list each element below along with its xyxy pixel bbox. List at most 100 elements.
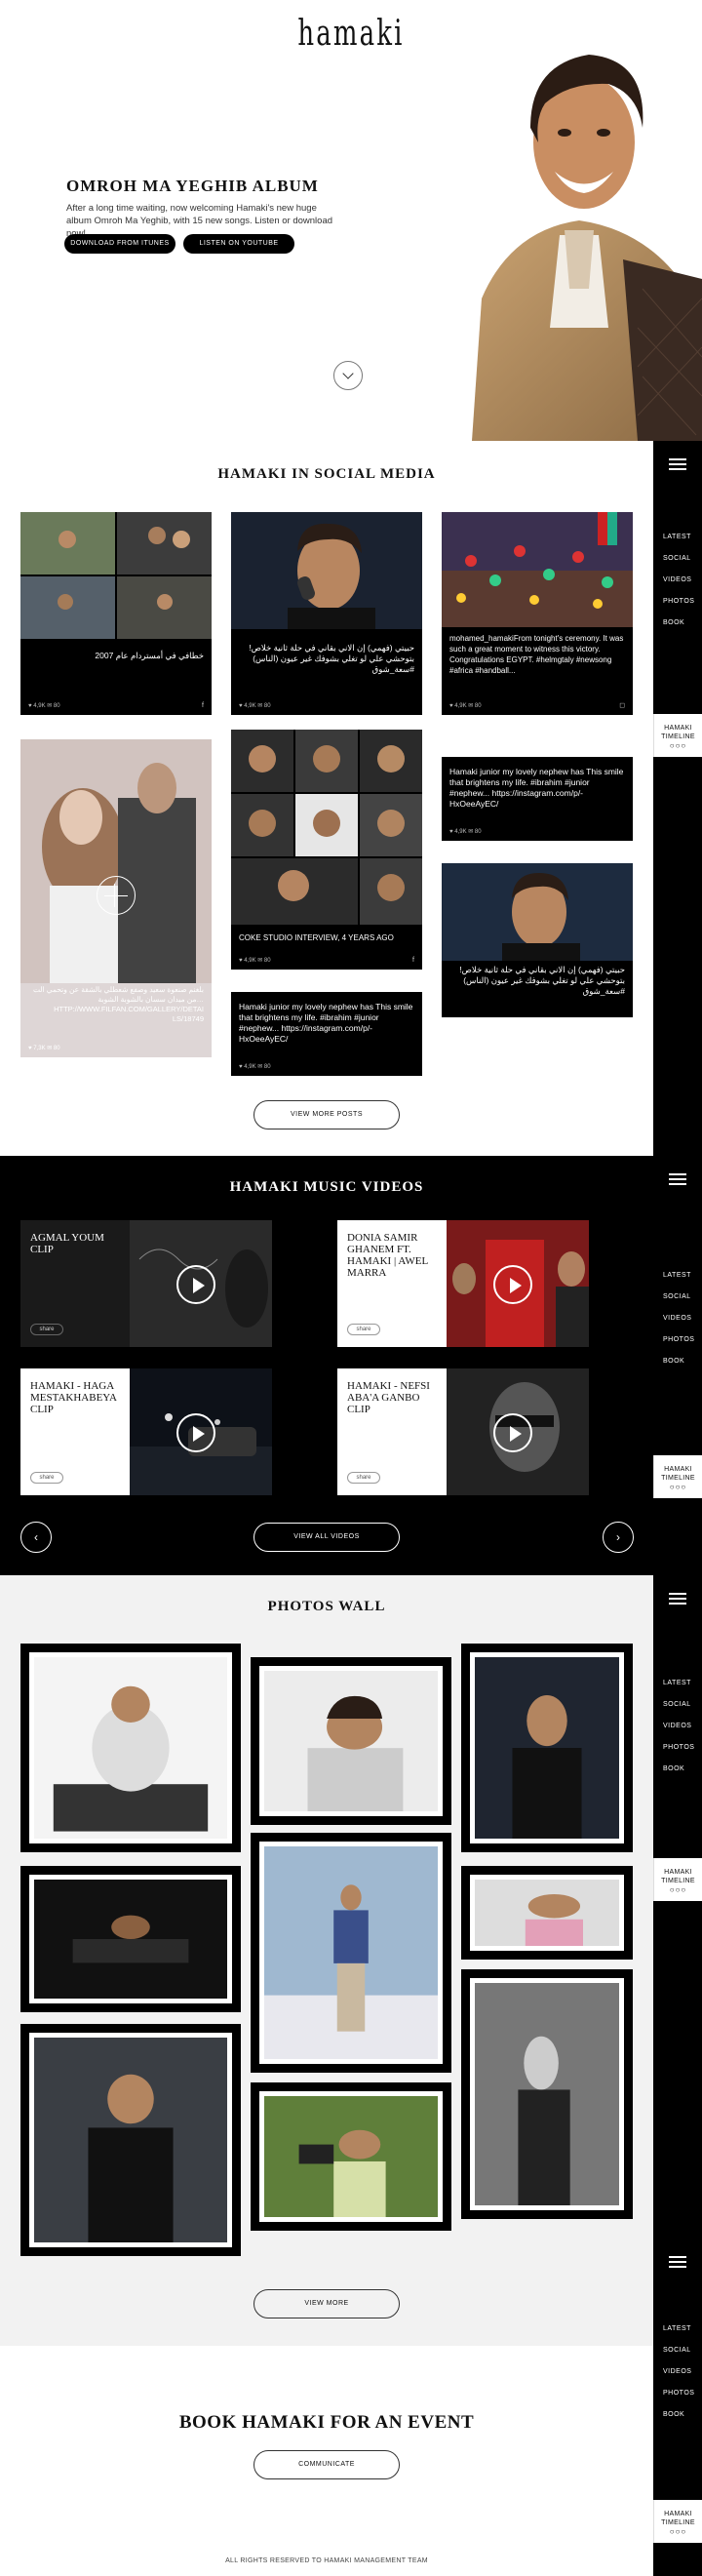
- timeline-dots-icon: ○○○: [669, 1483, 687, 1491]
- nav-social[interactable]: SOCIAL: [663, 1292, 694, 1314]
- instagram-icon: ◻: [619, 702, 625, 709]
- nav-latest[interactable]: LATEST: [663, 533, 694, 554]
- videos-section-title: HAMAKI MUSIC VIDEOS: [229, 1179, 424, 1195]
- post-stats: ♥ 4,9K ✉ 80: [449, 829, 482, 835]
- side-nav-list: LATEST SOCIAL VIDEOS PHOTOS BOOK: [663, 1271, 694, 1378]
- photo-frame[interactable]: [461, 1644, 633, 1852]
- video-card[interactable]: HAMAKI - NEFSI ABA'A GANBO CLIP share: [337, 1368, 589, 1495]
- nav-photos[interactable]: PHOTOS: [663, 1743, 694, 1764]
- social-post-card[interactable]: COKE STUDIO INTERVIEW, 4 YEARS AGO ♥ 4,9…: [231, 730, 422, 970]
- download-itunes-button[interactable]: DOWNLOAD FROM ITUNES: [64, 234, 176, 254]
- post-caption: خطافي في أمستردام عام 2007: [95, 651, 204, 660]
- timeline-button[interactable]: HAMAKI TIMELINE ○○○: [653, 2500, 702, 2543]
- nav-social[interactable]: SOCIAL: [663, 554, 694, 575]
- video-card[interactable]: DONIA SAMIR GHANEM FT. HAMAKI | AWEL MAR…: [337, 1220, 589, 1347]
- gallery-photo: [264, 1846, 438, 2059]
- nav-videos[interactable]: VIDEOS: [663, 1314, 694, 1335]
- social-post-card[interactable]: حبيتي (فهمي) إن الاني بقاني في حلة ثانية…: [442, 863, 633, 1017]
- nav-latest[interactable]: LATEST: [663, 1679, 694, 1700]
- video-share-button[interactable]: share: [30, 1324, 63, 1335]
- book-event-section: BOOK HAMAKI FOR AN EVENT COMMUNICATE ALL…: [0, 2346, 653, 2576]
- videos-next-arrow-icon[interactable]: ›: [603, 1522, 634, 1553]
- social-post-card-text[interactable]: Hamaki junior my lovely nephew has This …: [442, 757, 633, 841]
- gallery-photo: [475, 1983, 619, 2205]
- menu-hamburger-icon[interactable]: [669, 1593, 686, 1605]
- gallery-photo: [34, 1880, 227, 1999]
- nav-videos[interactable]: VIDEOS: [663, 575, 694, 597]
- video-title: AGMAL YOUM CLIP: [30, 1232, 104, 1255]
- nav-book[interactable]: BOOK: [663, 2410, 694, 2432]
- nav-videos[interactable]: VIDEOS: [663, 2367, 694, 2389]
- music-videos-section: HAMAKI MUSIC VIDEOS AGMAL YOUM CLIP shar…: [0, 1156, 653, 1575]
- timeline-dots-icon: ○○○: [669, 2527, 687, 2536]
- menu-hamburger-icon[interactable]: [669, 2256, 686, 2268]
- videos-prev-arrow-icon[interactable]: ‹: [20, 1522, 52, 1553]
- communicate-button[interactable]: COMMUNICATE: [254, 2450, 400, 2479]
- post-caption: Hamaki junior my lovely nephew has This …: [449, 767, 624, 809]
- timeline-label-2: TIMELINE: [661, 733, 695, 740]
- nav-social[interactable]: SOCIAL: [663, 2346, 694, 2367]
- post-caption: حبيتي (فهمي) إن الاني بقاني في حلة ثانية…: [459, 965, 625, 996]
- social-post-card-hover[interactable]: بلغنم صنعوة سعيد وصفع شعطلي بالشقة عن وت…: [20, 739, 212, 1057]
- nav-book[interactable]: BOOK: [663, 1764, 694, 1786]
- nav-book[interactable]: BOOK: [663, 618, 694, 640]
- side-nav-book: LATEST SOCIAL VIDEOS PHOTOS BOOK HAMAKI …: [653, 2239, 702, 2576]
- menu-hamburger-icon[interactable]: [669, 1173, 686, 1185]
- nav-latest[interactable]: LATEST: [663, 1271, 694, 1292]
- post-caption: COKE STUDIO INTERVIEW, 4 YEARS AGO: [239, 933, 394, 942]
- timeline-button[interactable]: HAMAKI TIMELINE ○○○: [653, 1858, 702, 1901]
- timeline-dots-icon: ○○○: [669, 1885, 687, 1894]
- photo-frame[interactable]: [251, 1833, 451, 2073]
- photo-frame[interactable]: [251, 2082, 451, 2231]
- social-post-card[interactable]: خطافي في أمستردام عام 2007 ♥ 4,9K ✉ 80 f: [20, 512, 212, 715]
- nav-videos[interactable]: VIDEOS: [663, 1722, 694, 1743]
- play-icon[interactable]: [176, 1413, 215, 1452]
- timeline-button[interactable]: HAMAKI TIMELINE ○○○: [653, 1455, 702, 1498]
- photo-frame[interactable]: [20, 2024, 241, 2256]
- facebook-icon: f: [202, 702, 204, 709]
- play-icon[interactable]: [176, 1265, 215, 1304]
- post-stats: ♥ 7,3K ✉ 80: [28, 1046, 60, 1051]
- photo-frame[interactable]: [461, 1969, 633, 2219]
- facebook-icon: f: [412, 957, 414, 964]
- nav-photos[interactable]: PHOTOS: [663, 2389, 694, 2410]
- nav-photos[interactable]: PHOTOS: [663, 1335, 694, 1357]
- timeline-label-2: TIMELINE: [661, 1878, 695, 1884]
- hero-album-title: OMROH MA YEGHIB ALBUM: [66, 177, 319, 195]
- gallery-photo: [34, 2038, 227, 2242]
- nav-photos[interactable]: PHOTOS: [663, 597, 694, 618]
- photo-frame[interactable]: [20, 1644, 241, 1852]
- view-more-photos-button[interactable]: VIEW MORE: [254, 2289, 400, 2318]
- video-share-button[interactable]: share: [347, 1472, 380, 1484]
- social-post-card-text[interactable]: Hamaki junior my lovely nephew has This …: [231, 992, 422, 1076]
- play-icon[interactable]: [493, 1413, 532, 1452]
- video-share-button[interactable]: share: [30, 1472, 63, 1484]
- photo-frame[interactable]: [461, 1866, 633, 1960]
- post-collage-image: [231, 730, 422, 925]
- nav-latest[interactable]: LATEST: [663, 2324, 694, 2346]
- video-card[interactable]: HAMAKI - HAGA MESTAKHABEYA CLIP share: [20, 1368, 272, 1495]
- hero-section: hamaki OMROH MA YEGHIB ALBUM After a lon…: [0, 0, 702, 441]
- photos-section-title: PHOTOS WALL: [267, 1599, 386, 1614]
- post-stats: ♥ 4,9K ✉ 80: [28, 703, 60, 709]
- video-card[interactable]: AGMAL YOUM CLIP share: [20, 1220, 272, 1347]
- nav-social[interactable]: SOCIAL: [663, 1700, 694, 1722]
- listen-youtube-button[interactable]: LISTEN ON YOUTUBE: [183, 234, 294, 254]
- photo-frame[interactable]: [20, 1866, 241, 2012]
- timeline-label-2: TIMELINE: [661, 1475, 695, 1482]
- plus-horizontal: [104, 895, 128, 896]
- social-post-card[interactable]: حبيتي (فهمي) إن الاني بقاني في حلة ثانية…: [231, 512, 422, 715]
- view-all-videos-button[interactable]: VIEW ALL VIDEOS: [254, 1523, 400, 1552]
- gallery-photo: [475, 1880, 619, 1946]
- post-stats: ♥ 4,9K ✉ 80: [239, 703, 271, 709]
- social-post-card[interactable]: mohamed_hamakiFrom tonight's ceremony. I…: [442, 512, 633, 715]
- play-icon[interactable]: [493, 1265, 532, 1304]
- menu-hamburger-icon[interactable]: [669, 458, 686, 470]
- side-nav-photos: LATEST SOCIAL VIDEOS PHOTOS BOOK HAMAKI …: [653, 1575, 702, 2239]
- timeline-button[interactable]: HAMAKI TIMELINE ○○○: [653, 714, 702, 757]
- photo-frame[interactable]: [251, 1657, 451, 1825]
- view-more-posts-button[interactable]: VIEW MORE POSTS: [254, 1100, 400, 1129]
- video-share-button[interactable]: share: [347, 1324, 380, 1335]
- nav-book[interactable]: BOOK: [663, 1357, 694, 1378]
- scroll-down-icon[interactable]: [333, 361, 363, 390]
